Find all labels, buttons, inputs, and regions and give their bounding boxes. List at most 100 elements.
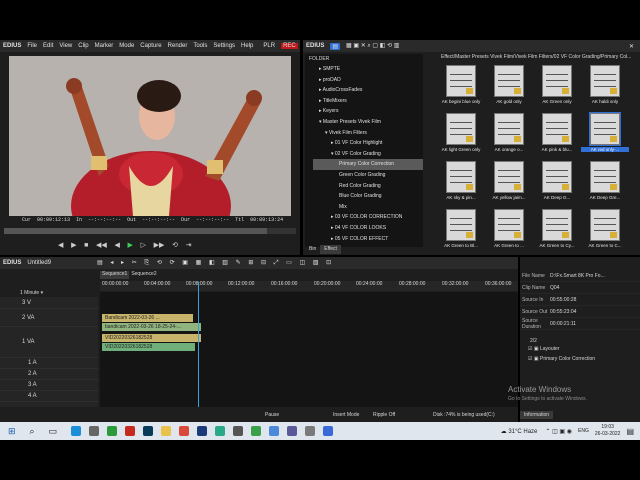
chrome-icon[interactable] xyxy=(107,426,118,436)
tree-item[interactable]: ▸ Keyers xyxy=(313,106,423,117)
track-header[interactable]: 2 VA xyxy=(0,309,98,327)
playhead[interactable] xyxy=(198,282,199,407)
app-icon[interactable] xyxy=(305,426,316,436)
fast-forward-icon[interactable]: ▶▶ xyxy=(154,241,165,249)
mark-out-icon[interactable]: ▶ xyxy=(71,241,76,249)
app-icon[interactable] xyxy=(233,426,244,436)
mark-in-icon[interactable]: ◀ xyxy=(58,241,63,249)
tree-item[interactable]: ▸ 03 VF COLOR CORRECTION xyxy=(313,212,423,223)
track-area[interactable]: Bandicam 2022-03-26 ... bandicam 2022-03… xyxy=(100,282,518,407)
weather[interactable]: ☁ 31°C Haze xyxy=(501,428,538,435)
tab-effect[interactable]: Effect xyxy=(320,245,341,254)
filter-item[interactable]: ☑ ▣ Primary Color Correction xyxy=(528,356,640,366)
tree-item[interactable]: Blue Color Grading xyxy=(313,191,423,202)
menu-render[interactable]: Render xyxy=(168,43,188,49)
windows-start-icon[interactable]: ⊞ xyxy=(8,426,16,437)
track-header[interactable]: 4 A xyxy=(0,391,98,402)
loop-icon[interactable]: ⟲ xyxy=(172,241,178,249)
track-header[interactable]: 2 A xyxy=(0,369,98,380)
timeline-clip[interactable]: VID20220326182528 xyxy=(102,343,195,351)
step-forward-icon[interactable]: ▷ xyxy=(141,241,146,249)
tab-sequence2[interactable]: Sequence2 xyxy=(129,271,158,279)
tree-item[interactable]: ▸ AudioCrossFades xyxy=(313,85,423,96)
timeline-toolbar-icons[interactable]: ▤ ◂ ▸ ✂ ⎘ ⟲ ⟳ ▣ ▦ ◧ ▥ ✎ ⊞ ⊟ ⤢ ▭ ◫ ▧ ⊡ xyxy=(97,259,334,267)
effect-item[interactable]: AK sky & pin... xyxy=(437,158,485,206)
effect-item[interactable]: AK haldi only xyxy=(581,62,629,110)
tree-item[interactable]: ▸ TitleMixers xyxy=(313,96,423,107)
track-header[interactable]: 3 A xyxy=(0,380,98,391)
bin-icon[interactable]: ▤ xyxy=(330,42,341,50)
effect-item-selected[interactable]: AK red only-... xyxy=(581,110,629,158)
tree-item[interactable]: ▸ SMPTE xyxy=(313,64,423,75)
menu-edit[interactable]: Edit xyxy=(43,43,53,49)
tree-item[interactable]: ▾ Vivek Film Filters xyxy=(313,128,423,139)
app-icon[interactable] xyxy=(143,426,154,436)
menu-capture[interactable]: Capture xyxy=(140,43,161,49)
tree-item[interactable]: ▸ 01 VF Color Highlight xyxy=(313,138,423,149)
plr-mode[interactable]: PLR xyxy=(263,43,275,49)
tree-item[interactable]: Mix xyxy=(313,202,423,213)
stop-icon[interactable]: ■ xyxy=(84,242,88,249)
video-preview[interactable] xyxy=(9,56,291,216)
effect-item[interactable]: AK Green only xyxy=(533,62,581,110)
menu-help[interactable]: Help xyxy=(241,43,253,49)
chrome-icon[interactable] xyxy=(269,426,280,436)
effect-item[interactable]: AK Green to C... xyxy=(581,206,629,254)
app-icon[interactable] xyxy=(215,426,226,436)
search-icon[interactable]: ⌕ xyxy=(30,426,35,437)
scrub-bar[interactable] xyxy=(4,228,296,234)
menu-mode[interactable]: Mode xyxy=(119,43,134,49)
tree-item[interactable]: ▸ 04 VF COLOR LOOKS xyxy=(313,223,423,234)
rec-mode[interactable]: REC xyxy=(281,43,298,49)
effect-item[interactable]: AK Green to Bl... xyxy=(437,206,485,254)
effect-item[interactable]: AK Deep G... xyxy=(533,158,581,206)
store-icon[interactable] xyxy=(89,426,100,436)
camtasia-icon[interactable] xyxy=(251,426,262,436)
timeline-clip[interactable]: VID20220326182528 xyxy=(102,334,201,342)
acrobat-icon[interactable] xyxy=(125,426,136,436)
photoshop-icon[interactable] xyxy=(197,426,208,436)
chrome-icon[interactable] xyxy=(179,426,190,436)
track-header[interactable]: 1 VA xyxy=(0,327,98,358)
clock[interactable]: 19:03 26-03-2022 xyxy=(595,424,621,438)
task-view-icon[interactable]: ▭ xyxy=(49,426,58,437)
tab-bin[interactable]: Bin xyxy=(305,245,320,254)
edge-icon[interactable] xyxy=(71,426,82,436)
tree-item[interactable]: Red Color Grading xyxy=(313,181,423,192)
effect-item[interactable]: AK Deep Gre... xyxy=(581,158,629,206)
timeline-clip[interactable]: bandicam 2022-03-26 18-25-24-... xyxy=(102,323,201,331)
effect-item[interactable]: AK pink & blu... xyxy=(533,110,581,158)
app-icon[interactable] xyxy=(287,426,298,436)
effect-item[interactable]: AK Green to Cy... xyxy=(533,206,581,254)
effect-item[interactable]: AK Green to ... xyxy=(485,206,533,254)
tray-icons[interactable]: ⌃ ◫ ▣ ◉ xyxy=(545,428,572,435)
tree-item[interactable]: ▸ proDAD xyxy=(313,75,423,86)
language[interactable]: ENG xyxy=(578,428,589,434)
tab-sequence1[interactable]: Sequence1 xyxy=(100,271,130,279)
menu-view[interactable]: View xyxy=(59,43,72,49)
menu-clip[interactable]: Clip xyxy=(78,43,88,49)
timeline-clip[interactable]: Bandicam 2022-03-26 ... xyxy=(102,314,193,322)
tab-information[interactable]: Information xyxy=(520,411,554,419)
track-header[interactable]: 1 A xyxy=(0,358,98,369)
tree-item[interactable]: ▸ 05 VF COLOR EFFECT xyxy=(313,234,423,245)
filter-item[interactable]: ☑ ▣ Layouter xyxy=(528,346,640,356)
tree-item[interactable]: Green Color Grading xyxy=(313,170,423,181)
bin-toolbar-icons[interactable]: ▦ ▣ ✕ ⌕ ▢ ◧ ⟲ ▥ xyxy=(346,42,399,50)
menu-file[interactable]: File xyxy=(27,43,37,49)
step-back-icon[interactable]: ◀ xyxy=(114,241,119,249)
menu-settings[interactable]: Settings xyxy=(213,43,235,49)
timeline-ruler[interactable]: 00:00:00:00 00:04:00:00 00:08:00:00 00:1… xyxy=(100,281,518,291)
notification-icon[interactable]: ▤ xyxy=(626,427,634,436)
tree-item-selected[interactable]: Primary Color Correction xyxy=(313,159,423,170)
effect-item[interactable]: AK light Green only xyxy=(437,110,485,158)
insert-icon[interactable]: ⇥ xyxy=(186,241,192,249)
rewind-icon[interactable]: ◀◀ xyxy=(96,241,107,249)
bin-close-icon[interactable]: ✕ xyxy=(629,43,634,50)
menu-tools[interactable]: Tools xyxy=(193,43,207,49)
effect-item[interactable]: AK gold only xyxy=(485,62,533,110)
effect-item[interactable]: AK orange o... xyxy=(485,110,533,158)
tree-item[interactable]: ▾ 02 VF Color Grading xyxy=(313,149,423,160)
effect-item[interactable]: AK begini blue only xyxy=(437,62,485,110)
play-icon[interactable]: ▶ xyxy=(128,241,133,249)
